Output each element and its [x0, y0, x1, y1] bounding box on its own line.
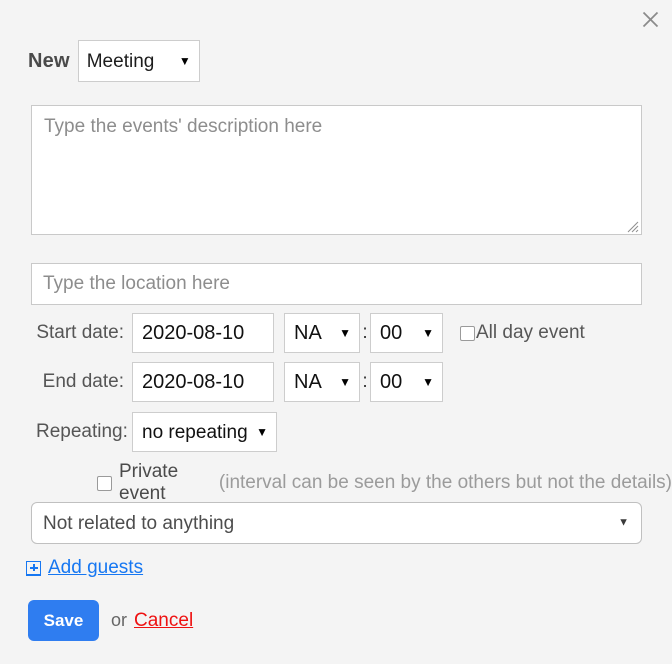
- start-minute-select[interactable]: 00: [370, 313, 443, 353]
- event-type-select-wrapper: Meeting ▼: [77, 40, 200, 82]
- end-time-separator: :: [362, 371, 368, 392]
- or-separator-label: or: [111, 610, 128, 630]
- start-time-separator: :: [362, 322, 368, 343]
- end-minute-select-wrapper: 00 ▼: [370, 362, 443, 402]
- repeating-row: Repeating: no repeating ▼: [36, 412, 277, 452]
- repeating-label: Repeating:: [36, 421, 128, 442]
- cancel-link[interactable]: Cancel: [134, 610, 193, 632]
- save-button[interactable]: Save: [28, 600, 99, 641]
- all-day-event-checkbox[interactable]: [460, 325, 475, 341]
- close-icon: [642, 11, 658, 27]
- page-title: New: [28, 49, 70, 72]
- start-hour-select-wrapper: NA ▼: [284, 313, 360, 353]
- relation-select[interactable]: Not related to anything: [31, 502, 642, 544]
- all-day-event-checkbox-group[interactable]: All day event: [460, 322, 585, 344]
- event-type-select[interactable]: Meeting: [77, 40, 200, 82]
- start-minute-select-wrapper: 00 ▼: [370, 313, 443, 353]
- start-date-label: Start date:: [36, 322, 124, 343]
- close-dialog-button[interactable]: [637, 6, 663, 32]
- private-event-row[interactable]: Private event (interval can be seen by t…: [97, 461, 672, 505]
- end-hour-select-wrapper: NA ▼: [284, 362, 360, 402]
- private-event-checkbox[interactable]: [97, 475, 112, 491]
- repeating-select[interactable]: no repeating: [132, 412, 277, 452]
- end-date-input[interactable]: [132, 362, 274, 402]
- add-guests-link[interactable]: Add guests: [26, 557, 143, 579]
- location-input[interactable]: [31, 263, 642, 305]
- all-day-event-label: All day event: [476, 322, 585, 343]
- dialog-footer: Save or Cancel: [28, 600, 193, 641]
- description-textarea[interactable]: [31, 105, 642, 235]
- relation-select-wrapper: Not related to anything ▼: [31, 502, 642, 544]
- end-hour-select[interactable]: NA: [284, 362, 360, 402]
- start-hour-select[interactable]: NA: [284, 313, 360, 353]
- end-date-label: End date:: [42, 371, 124, 392]
- end-minute-select[interactable]: 00: [370, 362, 443, 402]
- dialog-header: New Meeting ▼: [28, 40, 200, 82]
- start-date-row: Start date: NA ▼ : 00 ▼ All day event: [36, 313, 585, 353]
- add-guests-label: Add guests: [48, 557, 144, 578]
- private-event-hint: (interval can be seen by the others but …: [218, 472, 672, 493]
- private-event-label: Private event: [119, 461, 179, 504]
- end-date-row: End date: NA ▼ : 00 ▼: [36, 362, 443, 402]
- repeating-select-wrapper: no repeating ▼: [132, 412, 277, 452]
- start-date-input[interactable]: [132, 313, 274, 353]
- plus-box-icon: [26, 560, 41, 576]
